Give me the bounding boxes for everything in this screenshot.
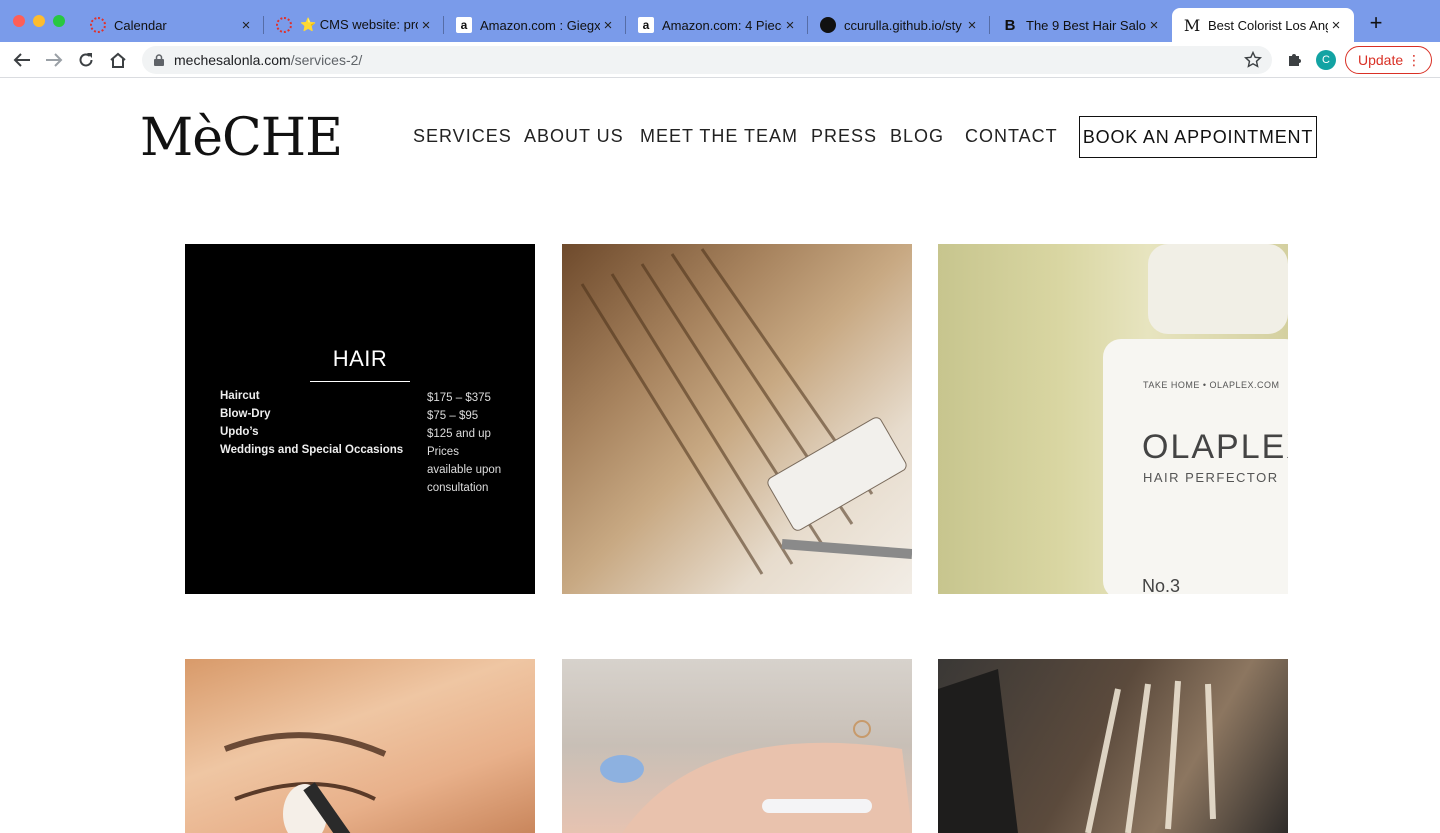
m-icon: M: [1183, 15, 1201, 35]
service-price: $75 – $95: [427, 410, 479, 422]
reload-icon[interactable]: [76, 50, 96, 70]
url-path: /services-2/: [290, 52, 363, 68]
browser-tab[interactable]: a Amazon.com : Giegx ×: [444, 8, 626, 42]
olaplex-label-top: TAKE HOME • OLAPLEX.COM: [1143, 380, 1280, 390]
extensions-puzzle-icon[interactable]: [1284, 50, 1304, 70]
update-button[interactable]: Update ⋮: [1345, 46, 1432, 74]
browser-tab-active[interactable]: M Best Colorist Los Ang ×: [1172, 8, 1354, 42]
makeup-brush-illustration: [223, 732, 387, 833]
nav-blog[interactable]: BLOG: [890, 126, 944, 147]
close-window-button[interactable]: [13, 15, 25, 27]
service-price: $125 and up: [427, 428, 491, 440]
url-host: mechesalonla.com: [174, 52, 291, 68]
tab-title: Best Colorist Los Ang: [1208, 17, 1328, 33]
hair-highlights-photo[interactable]: [938, 659, 1288, 833]
service-name: Blow-Dry: [220, 408, 271, 420]
tab-title: Amazon.com: 4 Piece: [662, 17, 782, 33]
service-name: Weddings and Special Occasions: [220, 444, 404, 456]
manicure-photo[interactable]: [562, 659, 912, 833]
service-name: Updo’s: [220, 426, 259, 438]
profile-avatar[interactable]: C: [1316, 50, 1336, 70]
close-icon[interactable]: ×: [600, 17, 616, 34]
close-icon[interactable]: ×: [1328, 17, 1344, 34]
close-icon[interactable]: ×: [238, 17, 254, 34]
close-icon[interactable]: ×: [782, 17, 798, 34]
minimize-window-button[interactable]: [33, 15, 45, 27]
site-logo[interactable]: MèCHE: [140, 108, 343, 168]
tab-title: The 9 Best Hair Salon: [1026, 17, 1146, 33]
olaplex-bottle-photo[interactable]: TAKE HOME • OLAPLEX.COM OLAPLEX HAIR PER…: [938, 244, 1288, 594]
foil-brush-illustration: [580, 248, 912, 575]
forward-arrow-icon[interactable]: [44, 50, 64, 70]
tab-title: Calendar: [114, 17, 167, 33]
nav-about-us[interactable]: ABOUT US: [524, 126, 624, 147]
b-icon: B: [1004, 16, 1016, 34]
browser-tab[interactable]: B The 9 Best Hair Salon ×: [990, 8, 1172, 42]
nails-illustration: [600, 720, 912, 833]
address-bar[interactable]: mechesalonla.com/services-2/: [142, 46, 1272, 74]
book-appointment-button[interactable]: BOOK AN APPOINTMENT: [1079, 116, 1317, 158]
url-text: mechesalonla.com/services-2/: [174, 52, 362, 68]
close-icon[interactable]: ×: [418, 17, 434, 34]
eye-makeup-photo[interactable]: [185, 659, 535, 833]
close-icon[interactable]: ×: [1146, 17, 1162, 34]
browser-toolbar: mechesalonla.com/services-2/ C Update ⋮: [0, 42, 1440, 78]
new-tab-button[interactable]: +: [1366, 12, 1386, 34]
nav-meet-the-team[interactable]: MEET THE TEAM: [640, 126, 798, 147]
service-name: Haircut: [220, 390, 260, 402]
site-header: MèCHE SERVICES ABOUT US MEET THE TEAM PR…: [0, 78, 1440, 208]
tab-title: Amazon.com : Giegx: [480, 17, 600, 33]
home-icon[interactable]: [108, 50, 128, 70]
olaplex-bottle-illustration: [1103, 244, 1288, 594]
olaplex-number: No.3: [1142, 576, 1181, 594]
browser-tab[interactable]: a Amazon.com: 4 Piece ×: [626, 8, 808, 42]
amazon-icon: a: [456, 17, 472, 33]
zoom-window-button[interactable]: [53, 15, 65, 27]
service-price: $175 – $375: [427, 392, 491, 404]
nav-services[interactable]: SERVICES: [413, 126, 512, 147]
amazon-icon: a: [638, 17, 654, 33]
nav-press[interactable]: PRESS: [811, 126, 877, 147]
browser-tab[interactable]: ccurulla.github.io/sty ×: [808, 8, 990, 42]
update-label: Update: [1358, 52, 1404, 68]
title-divider: [310, 381, 410, 382]
nav-contact[interactable]: CONTACT: [965, 126, 1058, 147]
tab-title: ccurulla.github.io/sty: [844, 17, 962, 33]
more-menu-icon[interactable]: ⋮: [1407, 52, 1421, 68]
close-icon[interactable]: ×: [964, 17, 980, 34]
github-icon: [820, 17, 836, 33]
hair-services-card: HAIR Haircut $175 – $375 Blow-Dry $75 – …: [185, 244, 535, 594]
olaplex-brand: OLAPLEX: [1142, 428, 1288, 466]
loading-spinner-icon: [90, 17, 106, 33]
browser-tab[interactable]: ⭐ CMS website: pro ×: [264, 8, 444, 42]
tab-title: ⭐ CMS website: pro: [300, 17, 418, 32]
loading-spinner-icon: [276, 17, 292, 33]
olaplex-product: HAIR PERFECTOR: [1143, 470, 1279, 485]
lock-icon: [154, 54, 164, 66]
highlights-illustration: [938, 669, 1216, 833]
browser-tab-bar: Calendar × ⭐ CMS website: pro × a Amazon…: [0, 0, 1440, 42]
bookmark-star-icon[interactable]: [1244, 51, 1262, 69]
browser-tab[interactable]: Calendar ×: [78, 8, 264, 42]
hair-foil-color-photo[interactable]: [562, 244, 912, 594]
card-title: HAIR: [332, 346, 388, 371]
back-arrow-icon[interactable]: [12, 50, 32, 70]
service-price: Prices available upon consultation: [427, 446, 502, 494]
